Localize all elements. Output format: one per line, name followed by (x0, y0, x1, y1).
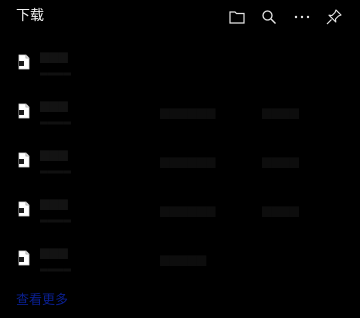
download-item[interactable]: ▆▆▆ ▂▂▂▂ ▆▆▆▆▆ (0, 234, 360, 283)
file-name: ▆▆▆ (40, 49, 68, 63)
downloads-list: ▆▆▆ ▂▂▂▂ ▆▆▆ ▂▂▂▂ ▆▆▆▆▆▆ ▆▆▆▆ ▆▆▆ ▂▂▂▂ ▆… (0, 38, 360, 283)
file-source: ▆▆▆▆▆▆ (160, 105, 216, 119)
pin-button[interactable] (323, 6, 345, 28)
file-icon (17, 152, 31, 168)
open-folder-button[interactable] (226, 6, 248, 28)
search-button[interactable] (258, 6, 280, 28)
file-url: ▂▂▂▂ (40, 163, 71, 174)
file-url: ▂▂▂▂ (40, 261, 71, 272)
folder-icon (228, 9, 246, 25)
page-title: 下载 (16, 8, 44, 24)
download-item[interactable]: ▆▆▆ ▂▂▂▂ ▆▆▆▆▆▆ ▆▆▆▆ (0, 87, 360, 136)
downloads-header: 下载 (0, 0, 360, 34)
see-more-link[interactable]: 查看更多 (16, 292, 68, 310)
file-date: ▆▆▆▆ (262, 154, 299, 168)
download-item[interactable]: ▆▆▆ ▂▂▂▂ (0, 38, 360, 87)
file-name: ▆▆▆ (40, 245, 68, 259)
file-source: ▆▆▆▆▆▆ (160, 154, 216, 168)
download-item[interactable]: ▆▆▆ ▂▂▂▂ ▆▆▆▆▆▆ ▆▆▆▆ (0, 136, 360, 185)
more-options-button[interactable] (291, 6, 313, 28)
pin-icon (325, 8, 343, 26)
download-item[interactable]: ▆▆▆ ▂▂▂▂ ▆▆▆▆▆▆ ▆▆▆▆ (0, 185, 360, 234)
file-name: ▆▆▆ (40, 196, 68, 210)
file-date: ▆▆▆▆ (262, 105, 299, 119)
ellipsis-icon (293, 14, 311, 20)
file-url: ▂▂▂▂ (40, 114, 71, 125)
file-icon (17, 103, 31, 119)
file-name: ▆▆▆ (40, 147, 68, 161)
file-source: ▆▆▆▆▆▆ (160, 203, 216, 217)
file-icon (17, 201, 31, 217)
file-url: ▂▂▂▂ (40, 212, 71, 223)
search-icon (261, 9, 277, 25)
file-date: ▆▆▆▆ (262, 203, 299, 217)
file-source: ▆▆▆▆▆ (160, 252, 207, 266)
file-icon (17, 250, 31, 266)
file-name: ▆▆▆ (40, 98, 68, 112)
file-url: ▂▂▂▂ (40, 65, 71, 76)
file-icon (17, 54, 31, 70)
